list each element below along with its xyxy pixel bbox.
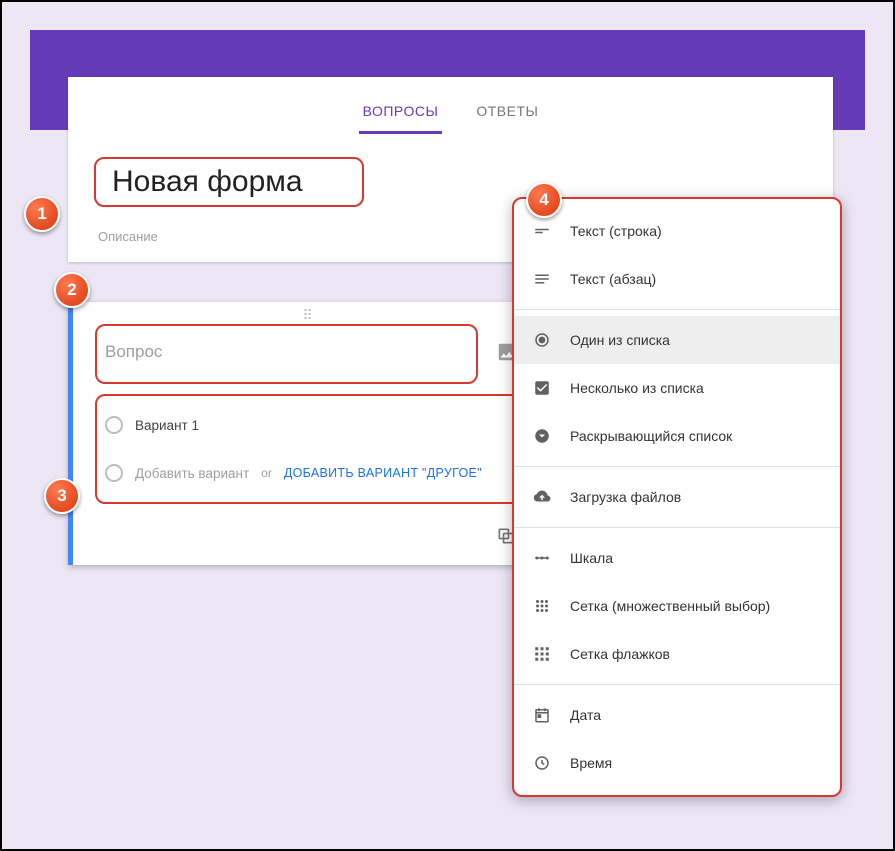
menu-separator bbox=[512, 527, 842, 528]
linear-scale-icon bbox=[532, 548, 552, 568]
options-block: Вариант 1 Добавить вариант or ДОБАВИТЬ В… bbox=[95, 394, 522, 504]
form-title-input[interactable]: Новая форма bbox=[94, 157, 364, 207]
add-other-button[interactable]: ДОБАВИТЬ ВАРИАНТ "ДРУГОЕ" bbox=[284, 466, 482, 480]
short-text-icon bbox=[532, 221, 552, 241]
menu-time[interactable]: Время bbox=[512, 739, 842, 787]
menu-label: Сетка флажков bbox=[570, 646, 670, 662]
menu-label: Несколько из списка bbox=[570, 380, 704, 396]
add-option-button[interactable]: Добавить вариант bbox=[135, 466, 249, 481]
cloud-upload-icon bbox=[532, 487, 552, 507]
annotation-badge-2: 2 bbox=[54, 272, 90, 308]
annotation-badge-3: 3 bbox=[44, 478, 80, 514]
question-type-menu: Текст (строка) Текст (абзац) Один из спи… bbox=[512, 197, 842, 797]
tab-responses[interactable]: ОТВЕТЫ bbox=[472, 95, 542, 134]
option-label: Вариант 1 bbox=[135, 418, 199, 433]
menu-checkbox[interactable]: Несколько из списка bbox=[512, 364, 842, 412]
menu-label: Один из списка bbox=[570, 332, 670, 348]
question-input[interactable]: Вопрос bbox=[95, 324, 478, 384]
menu-paragraph[interactable]: Текст (абзац) bbox=[512, 255, 842, 303]
menu-grid-check[interactable]: Сетка флажков bbox=[512, 630, 842, 678]
menu-dropdown[interactable]: Раскрывающийся список bbox=[512, 412, 842, 460]
tab-bar: ВОПРОСЫ ОТВЕТЫ bbox=[68, 77, 833, 135]
radio-icon bbox=[105, 464, 123, 482]
menu-label: Текст (абзац) bbox=[570, 271, 656, 287]
clock-icon bbox=[532, 753, 552, 773]
calendar-icon bbox=[532, 705, 552, 725]
option-row[interactable]: Вариант 1 bbox=[103, 410, 510, 440]
menu-label: Время bbox=[570, 755, 612, 771]
question-card: ⠿ Вопрос Вариант 1 Добавить вариант or Д… bbox=[68, 302, 538, 565]
menu-label: Загрузка файлов bbox=[570, 489, 681, 505]
menu-label: Сетка (множественный выбор) bbox=[570, 598, 770, 614]
radio-button-icon bbox=[532, 330, 552, 350]
menu-label: Текст (строка) bbox=[570, 223, 662, 239]
menu-scale[interactable]: Шкала bbox=[512, 534, 842, 582]
annotation-badge-1: 1 bbox=[24, 196, 60, 232]
menu-separator bbox=[512, 466, 842, 467]
add-option-row: Добавить вариант or ДОБАВИТЬ ВАРИАНТ "ДР… bbox=[103, 458, 510, 488]
annotation-badge-4: 4 bbox=[526, 182, 562, 218]
drag-handle-icon[interactable]: ⠿ bbox=[95, 312, 522, 318]
menu-date[interactable]: Дата bbox=[512, 691, 842, 739]
grid-radio-icon bbox=[532, 596, 552, 616]
menu-separator bbox=[512, 309, 842, 310]
menu-radio[interactable]: Один из списка bbox=[512, 316, 842, 364]
dropdown-icon bbox=[532, 426, 552, 446]
radio-icon bbox=[105, 416, 123, 434]
or-text: or bbox=[261, 466, 272, 480]
menu-label: Дата bbox=[570, 707, 601, 723]
paragraph-icon bbox=[532, 269, 552, 289]
menu-label: Шкала bbox=[570, 550, 613, 566]
app-window: ВОПРОСЫ ОТВЕТЫ Новая форма Описание ⠿ Во… bbox=[0, 0, 895, 851]
menu-separator bbox=[512, 684, 842, 685]
menu-upload[interactable]: Загрузка файлов bbox=[512, 473, 842, 521]
grid-check-icon bbox=[532, 644, 552, 664]
tab-questions[interactable]: ВОПРОСЫ bbox=[359, 95, 443, 134]
menu-short-text[interactable]: Текст (строка) bbox=[512, 207, 842, 255]
checkbox-icon bbox=[532, 378, 552, 398]
menu-grid-radio[interactable]: Сетка (множественный выбор) bbox=[512, 582, 842, 630]
menu-label: Раскрывающийся список bbox=[570, 428, 732, 444]
